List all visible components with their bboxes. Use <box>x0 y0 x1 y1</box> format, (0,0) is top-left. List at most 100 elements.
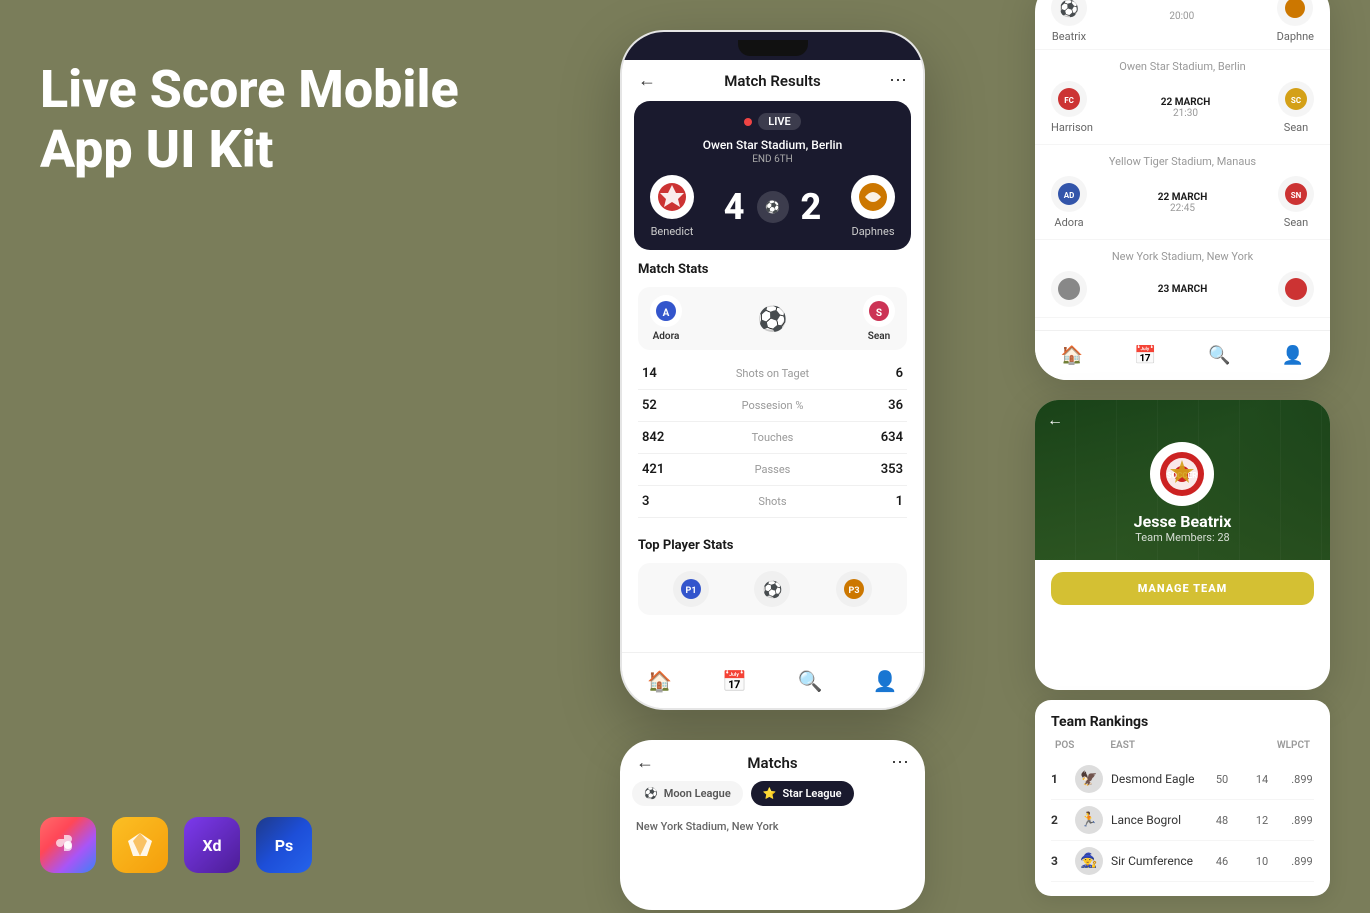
match-item-0: Owen Star Stadium, Berlin FC Harrison 22… <box>1035 50 1330 145</box>
stats-header-row: A Adora ⚽ S Sean <box>638 287 907 350</box>
xd-icon[interactable]: Xd <box>184 817 240 873</box>
sean-name-0: Sean <box>1278 121 1314 134</box>
ny-left-logo <box>1051 271 1087 307</box>
matches-header: ← Matchs ⋯ <box>620 740 925 781</box>
figma-icon[interactable] <box>40 817 96 873</box>
stat-left-1: 52 <box>642 398 682 413</box>
sean-col-1: SN Sean <box>1278 176 1314 229</box>
match-row-2: 23 MARCH <box>1051 271 1314 307</box>
top-player-stats-section: Top Player Stats P1 ⚽ P3 <box>622 530 923 623</box>
live-indicator <box>744 118 752 126</box>
ranking-row-0: 1 🦅 Desmond Eagle 50 14 .899 <box>1051 759 1314 800</box>
away-team: Daphnes <box>851 175 895 238</box>
matches-more[interactable]: ⋯ <box>891 752 909 773</box>
rankings-col-pos: POS <box>1055 740 1074 751</box>
match-row-0: FC Harrison 22 MARCH 21:30 SC Sean <box>1051 81 1314 134</box>
rankings-col-w: W <box>1277 740 1286 751</box>
nav-profile[interactable]: 👤 <box>873 669 898 693</box>
moon-league-icon: ⚽ <box>644 787 658 800</box>
beatrix-name: Beatrix <box>1051 30 1087 43</box>
sean-logo-0: SC <box>1278 81 1314 117</box>
stat-row-4: 3 Shots 1 <box>638 486 907 518</box>
stat-right-4: 1 <box>863 494 903 509</box>
team-card-name: Jesse Beatrix <box>1134 512 1232 531</box>
bottom-stadium-label: New York Stadium, New York <box>620 814 925 839</box>
right-nav-profile[interactable]: 👤 <box>1282 345 1304 366</box>
match-date-2: 23 MARCH <box>1158 284 1208 295</box>
match-info-2: 23 MARCH <box>1158 284 1208 295</box>
prev-right-team: Daphne <box>1277 0 1314 43</box>
rank-w-2: 46 <box>1210 855 1234 868</box>
svg-text:S: S <box>876 308 882 319</box>
stat-right-1: 36 <box>863 398 903 413</box>
daphne-logo <box>1277 0 1313 26</box>
adora-col: AD Adora <box>1051 176 1087 229</box>
manage-team-button[interactable]: MANAGE TEAM <box>1051 572 1314 605</box>
stat-right-3: 353 <box>863 462 903 477</box>
ranking-row-2: 3 🧙 Sir Cumference 46 10 .899 <box>1051 841 1314 882</box>
ps-icon[interactable]: Ps <box>256 817 312 873</box>
right-nav-home[interactable]: 🏠 <box>1061 345 1083 366</box>
right-nav-search[interactable]: 🔍 <box>1208 345 1230 366</box>
prev-left-team: ⚽ Beatrix <box>1051 0 1087 43</box>
star-league-tab[interactable]: ⭐ Star League <box>751 781 854 806</box>
stats-left-team: A Adora <box>650 295 682 342</box>
stat-left-3: 421 <box>642 462 682 477</box>
home-team: Benedict <box>650 175 694 238</box>
more-button[interactable]: ⋯ <box>889 70 907 91</box>
svg-text:A: A <box>663 308 670 319</box>
nav-home[interactable]: 🏠 <box>647 669 672 693</box>
app-title-block: Live Score Mobile App UI Kit <box>40 60 520 180</box>
player-logo-2: ⚽ <box>754 571 790 607</box>
nav-search[interactable]: 🔍 <box>798 669 823 693</box>
ranking-row-1: 2 🏃 Lance Bogrol 48 12 .899 <box>1051 800 1314 841</box>
svg-text:AD: AD <box>1064 191 1075 200</box>
rankings-title: Team Rankings <box>1051 714 1314 730</box>
rank-avatar-2: 🧙 <box>1075 847 1103 875</box>
prev-match-row: ⚽ Beatrix 20:00 Daphne <box>1035 0 1330 50</box>
stat-label-3: Passes <box>682 463 863 476</box>
main-phone: ← Match Results ⋯ LIVE Owen Star Stadium… <box>620 30 925 710</box>
home-team-name: Benedict <box>651 225 694 238</box>
matches-back[interactable]: ← <box>636 752 654 773</box>
team-members-count: Team Members: 28 <box>1135 531 1229 544</box>
back-button[interactable]: ← <box>638 70 656 91</box>
player-logo-3: P3 <box>836 571 872 607</box>
live-badge: LIVE <box>650 113 895 130</box>
match-stats-title: Match Stats <box>638 262 907 277</box>
rank-stats-1: 48 12 .899 <box>1210 814 1314 827</box>
score-divider: ⚽ <box>757 191 789 223</box>
home-team-logo <box>650 175 694 219</box>
rank-avatar-0: 🦅 <box>1075 765 1103 793</box>
match-time-1: 22:45 <box>1158 203 1208 214</box>
stat-row-0: 14 Shots on Taget 6 <box>638 358 907 390</box>
rank-pos-1: 2 <box>1051 813 1067 827</box>
main-phone-header: ← Match Results ⋯ <box>622 60 923 101</box>
moon-league-label: Moon League <box>664 787 731 800</box>
harrison-col: FC Harrison <box>1051 81 1093 134</box>
live-label: LIVE <box>758 113 800 130</box>
match-item-2: New York Stadium, New York 23 MARCH <box>1035 240 1330 318</box>
right-top-phone: ⚽ Beatrix 20:00 Daphne Owen Star Stadium… <box>1035 0 1330 380</box>
stat-left-4: 3 <box>642 494 682 509</box>
team-back-button[interactable]: ← <box>1047 410 1063 430</box>
stadium-2: New York Stadium, New York <box>1051 250 1314 263</box>
right-nav-calendar[interactable]: 📅 <box>1134 345 1156 366</box>
team-logo-large: SOCCER <box>1150 442 1214 506</box>
stats-right-name: Sean <box>868 331 890 342</box>
screen-title: Match Results <box>724 72 820 90</box>
rankings-col-pct: PCT <box>1291 740 1310 751</box>
rank-w-1: 48 <box>1210 814 1234 827</box>
rank-l-0: 14 <box>1250 773 1274 786</box>
match-time-0: 21:30 <box>1161 108 1211 119</box>
rank-pct-2: .899 <box>1290 855 1314 868</box>
stats-left-logo: A <box>650 295 682 327</box>
stat-left-2: 842 <box>642 430 682 445</box>
stats-left-name: Adora <box>653 331 680 342</box>
rank-w-0: 50 <box>1210 773 1234 786</box>
nav-calendar[interactable]: 📅 <box>722 669 747 693</box>
matches-title: Matchs <box>747 754 797 772</box>
home-score: 4 <box>724 186 745 228</box>
moon-league-tab[interactable]: ⚽ Moon League <box>632 781 743 806</box>
sketch-icon[interactable] <box>112 817 168 873</box>
